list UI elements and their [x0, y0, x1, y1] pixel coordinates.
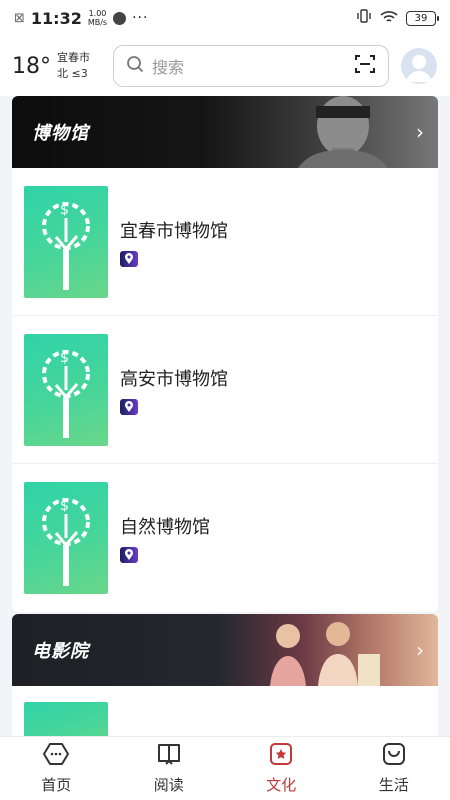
avatar[interactable] — [401, 48, 437, 84]
chevron-right-icon[interactable]: › — [416, 638, 424, 662]
tab-reading[interactable]: 阅读 — [113, 737, 226, 800]
content-area[interactable]: 博物馆 › $ 宜春市博物馆 $ 高安市博物馆 $ 自然博物馆 电影院 › — [0, 96, 450, 736]
more-notifications: ··· — [132, 10, 149, 26]
status-bar: ⊠ 11:32 1.00 MB/s ··· 39 — [0, 0, 450, 36]
battery-indicator: 39 — [406, 10, 439, 26]
section-title: 电影院 — [32, 641, 89, 662]
list-item[interactable] — [12, 686, 438, 736]
cinema-audience-image — [218, 614, 408, 686]
net-speed: 1.00 MB/s — [87, 9, 108, 27]
temperature: 18° — [12, 53, 51, 79]
tab-culture[interactable]: 文化 — [225, 737, 338, 800]
museum-name: 宜春市博物馆 — [120, 220, 228, 242]
museum-name: 高安市博物馆 — [120, 368, 228, 390]
vibrate-icon — [356, 8, 372, 28]
search-icon — [126, 55, 144, 77]
museum-banner[interactable]: 博物馆 › — [12, 96, 438, 168]
location-pin-icon[interactable] — [120, 398, 138, 415]
life-bag-icon — [381, 742, 407, 770]
list-item[interactable]: $ 自然博物馆 — [12, 464, 438, 612]
location-pin-icon[interactable] — [120, 547, 138, 563]
cinema-thumbnail — [24, 702, 108, 736]
tab-label: 生活 — [378, 776, 409, 794]
tab-label: 首页 — [41, 776, 72, 794]
culture-star-icon — [268, 742, 294, 770]
list-item[interactable]: $ 高安市博物馆 — [12, 316, 438, 464]
tab-life[interactable]: 生活 — [338, 737, 450, 800]
section-title: 博物馆 — [32, 123, 89, 144]
city-name: 宜春市 — [57, 51, 90, 64]
weather-location[interactable]: 宜春市 北 ≤3 — [57, 50, 103, 82]
home-icon — [43, 742, 70, 770]
sim-icon: ⊠ — [14, 10, 25, 26]
museum-thumbnail: $ — [24, 185, 108, 298]
statue-image — [288, 96, 398, 168]
svg-text:$: $ — [60, 202, 69, 218]
search-box[interactable]: 搜索 — [113, 45, 389, 87]
museum-name: 自然博物馆 — [120, 517, 210, 538]
scan-icon[interactable] — [354, 53, 376, 79]
list-item[interactable]: $ 宜春市博物馆 — [12, 168, 438, 316]
top-header: 18° 宜春市 北 ≤3 搜索 — [0, 36, 450, 96]
cinema-section: 电影院 › — [12, 614, 438, 736]
museum-thumbnail: $ — [24, 482, 108, 594]
location-pin-icon[interactable] — [120, 250, 138, 267]
tab-label: 文化 — [266, 776, 297, 794]
book-icon — [156, 742, 182, 770]
cinema-banner[interactable]: 电影院 › — [12, 614, 438, 686]
museum-section: 博物馆 › $ 宜春市博物馆 $ 高安市博物馆 $ 自然博物馆 — [12, 96, 438, 612]
status-time: 11:32 — [30, 8, 82, 28]
svg-text:$: $ — [60, 498, 69, 514]
app-notify-icon — [113, 11, 127, 25]
search-input[interactable]: 搜索 — [152, 54, 354, 78]
tab-home[interactable]: 首页 — [0, 737, 113, 800]
tab-label: 阅读 — [153, 776, 184, 794]
chevron-right-icon[interactable]: › — [416, 120, 424, 144]
wifi-icon — [380, 9, 398, 28]
svg-text:$: $ — [60, 350, 69, 366]
wind-info: 北 ≤3 — [57, 67, 88, 80]
museum-thumbnail: $ — [24, 333, 108, 446]
bottom-nav: 首页 阅读 文化 生活 — [0, 736, 450, 800]
